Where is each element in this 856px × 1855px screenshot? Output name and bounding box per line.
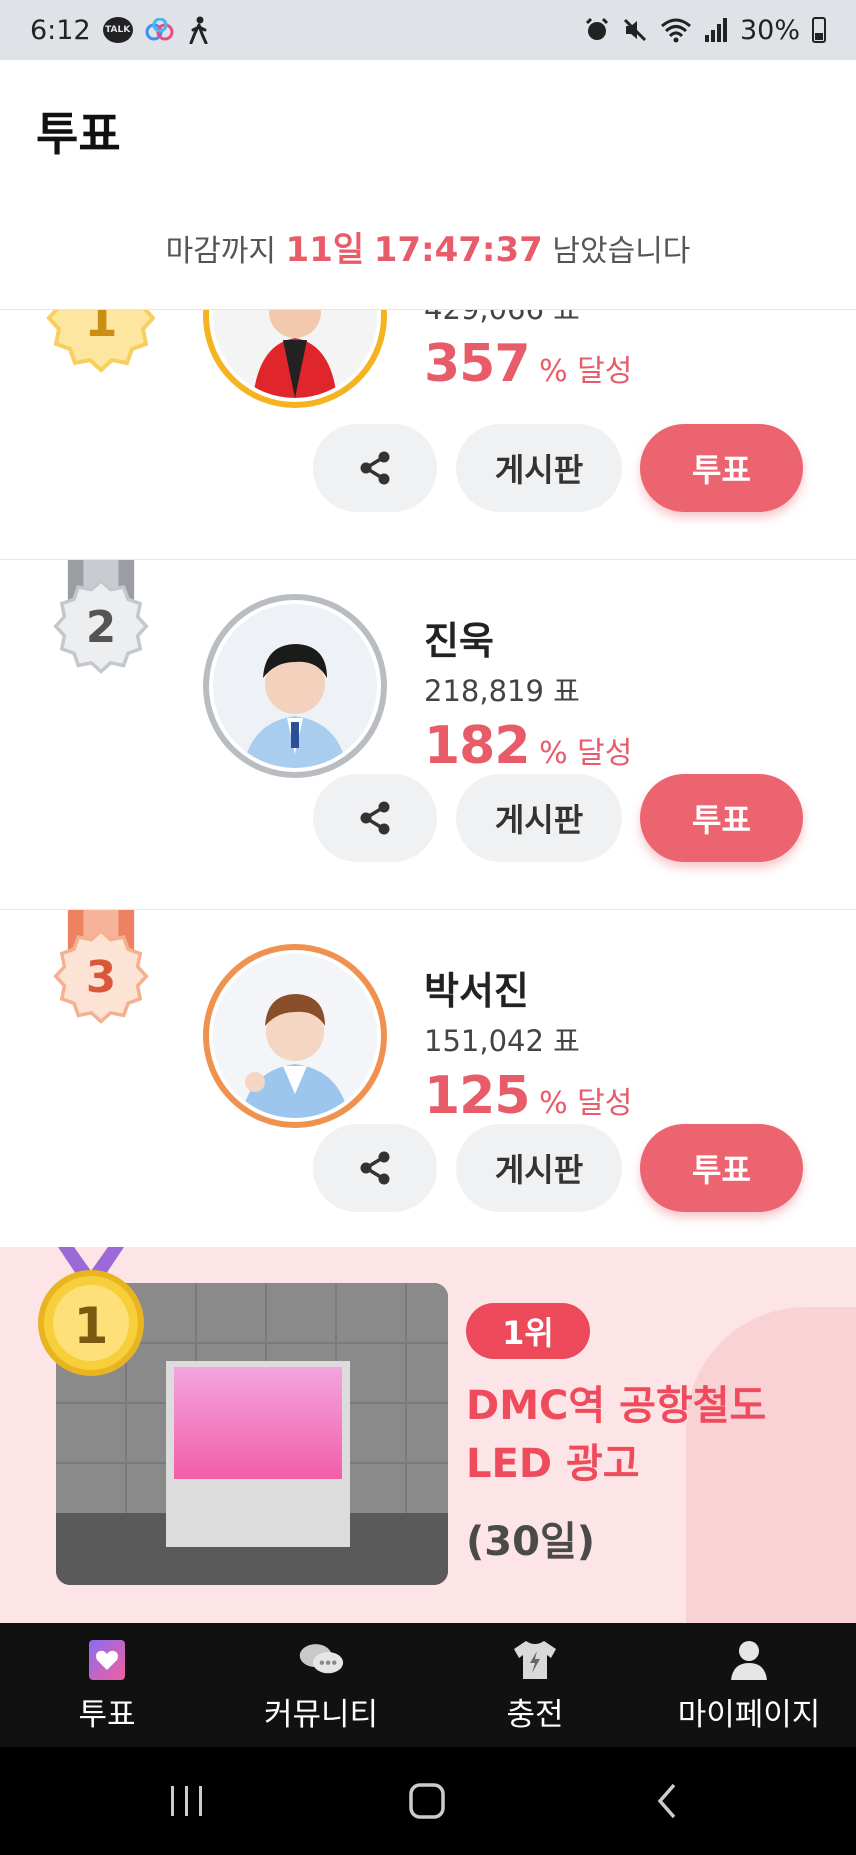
share-icon (360, 801, 390, 835)
share-button[interactable] (313, 774, 437, 862)
nav-item-community[interactable]: 커뮤니티 (214, 1623, 428, 1747)
deadline-time: 17:47:37 (373, 230, 543, 270)
page-header: 투표 마감까지 11일 17:47:37 남았습니다 (0, 60, 856, 310)
share-button[interactable] (313, 1124, 437, 1212)
achievement-percent: 357 (424, 334, 531, 394)
medal-number: 1 (74, 1297, 109, 1355)
home-button[interactable] (397, 1775, 457, 1827)
achievement-label: 달성 (577, 354, 633, 389)
gold-medal-icon: 1 (46, 310, 156, 373)
avatar (203, 944, 387, 1128)
deadline-days: 11일 (285, 230, 365, 270)
artist-photo (213, 604, 377, 768)
chat-bubbles-icon (298, 1637, 344, 1683)
reward-banner[interactable]: 1 1위 DMC역 공항철도 LED 광고 (30일) (0, 1247, 856, 1623)
nav-item-vote[interactable]: 투표 (0, 1623, 214, 1747)
share-icon (360, 451, 390, 485)
nav-label: 투표 (78, 1696, 136, 1733)
system-navigation-bar (0, 1747, 856, 1855)
recent-apps-button[interactable] (157, 1775, 217, 1827)
person-icon (726, 1637, 772, 1683)
artist-name: 진욱 (424, 619, 494, 663)
achievement-rate: 357 % 달성 (424, 334, 632, 394)
artist-photo (213, 310, 377, 398)
ranking-list[interactable]: 1 429,066 표 357 % 달성 게시판 투표 (0, 310, 856, 1247)
vote-button[interactable]: 투표 (640, 424, 803, 512)
deadline-countdown: 마감까지 11일 17:47:37 남았습니다 (0, 222, 856, 271)
signal-icon (704, 17, 728, 43)
share-button[interactable] (313, 424, 437, 512)
ranking-card-3: 3 박서진 151,042 표 125 % 달성 게시판 투표 (0, 910, 856, 1247)
back-icon (657, 1783, 676, 1819)
ranking-card-2: 2 진욱 218,819 표 182 % 달성 게시판 투표 (0, 560, 856, 910)
banner-title-line2: LED 광고 (466, 1441, 640, 1487)
achievement-percent: 125 (424, 1066, 531, 1126)
silver-medal-icon: 2 (53, 560, 149, 674)
recent-apps-icon (171, 1786, 202, 1816)
mute-icon (622, 17, 648, 43)
nav-item-mypage[interactable]: 마이페이지 (642, 1623, 856, 1747)
achievement-percent: 182 (424, 716, 531, 776)
rank-number: 3 (86, 953, 116, 1003)
nav-label: 커뮤니티 (263, 1696, 379, 1733)
banner-title-line1: DMC역 공항철도 (466, 1383, 767, 1429)
back-button[interactable] (637, 1775, 697, 1827)
banner-subtitle: (30일) (466, 1519, 596, 1565)
board-button[interactable]: 게시판 (456, 424, 622, 512)
nav-label: 충전 (506, 1696, 564, 1733)
artist-name: 박서진 (424, 969, 529, 1013)
walk-icon (187, 16, 209, 44)
wifi-icon (660, 17, 692, 43)
share-icon (360, 1151, 390, 1185)
vote-button[interactable]: 투표 (640, 1124, 803, 1212)
avatar (203, 594, 387, 778)
achievement-rate: 125 % 달성 (424, 1066, 632, 1126)
nav-label: 마이페이지 (677, 1696, 821, 1733)
percent-unit: % (539, 354, 568, 389)
percent-unit: % (539, 736, 568, 771)
status-bar: 6:12 TALK 30% (0, 0, 856, 60)
vote-count: 218,819 표 (424, 674, 580, 708)
vote-count: 151,042 표 (424, 1024, 580, 1058)
deadline-suffix: 남았습니다 (552, 234, 691, 269)
rank-number: 2 (86, 603, 116, 653)
avatar (203, 310, 387, 408)
nav-item-charge[interactable]: 충전 (428, 1623, 642, 1747)
rank-number: 1 (84, 310, 117, 348)
first-place-badge: 1위 (466, 1303, 590, 1359)
bottom-navigation: 투표 커뮤니티 충전 마이페이지 (0, 1623, 856, 1747)
ranking-card-1: 1 429,066 표 357 % 달성 게시판 투표 (0, 310, 856, 560)
percent-unit: % (539, 1086, 568, 1121)
achievement-rate: 182 % 달성 (424, 716, 632, 776)
board-button[interactable]: 게시판 (456, 1124, 622, 1212)
alarm-icon (584, 17, 610, 43)
tshirt-bolt-icon (512, 1637, 558, 1683)
board-button[interactable]: 게시판 (456, 774, 622, 862)
talk-icon: TALK (102, 17, 133, 43)
gold-medal-icon: 1 (38, 1247, 144, 1376)
artist-photo (213, 954, 377, 1118)
cloud-icon (145, 18, 175, 42)
achievement-label: 달성 (577, 1086, 633, 1121)
vote-button[interactable]: 투표 (640, 774, 803, 862)
battery-icon (812, 17, 826, 43)
vote-count: 429,066 표 (424, 310, 580, 328)
achievement-label: 달성 (577, 736, 633, 771)
deadline-prefix: 마감까지 (165, 234, 276, 269)
page-title: 투표 (36, 107, 121, 161)
battery-percent: 30% (739, 14, 800, 46)
home-icon (409, 1783, 445, 1819)
banner-title: DMC역 공항철도 LED 광고 (466, 1377, 846, 1493)
heart-card-icon (84, 1637, 130, 1683)
status-time: 6:12 (30, 14, 91, 46)
bronze-medal-icon: 3 (53, 910, 149, 1024)
